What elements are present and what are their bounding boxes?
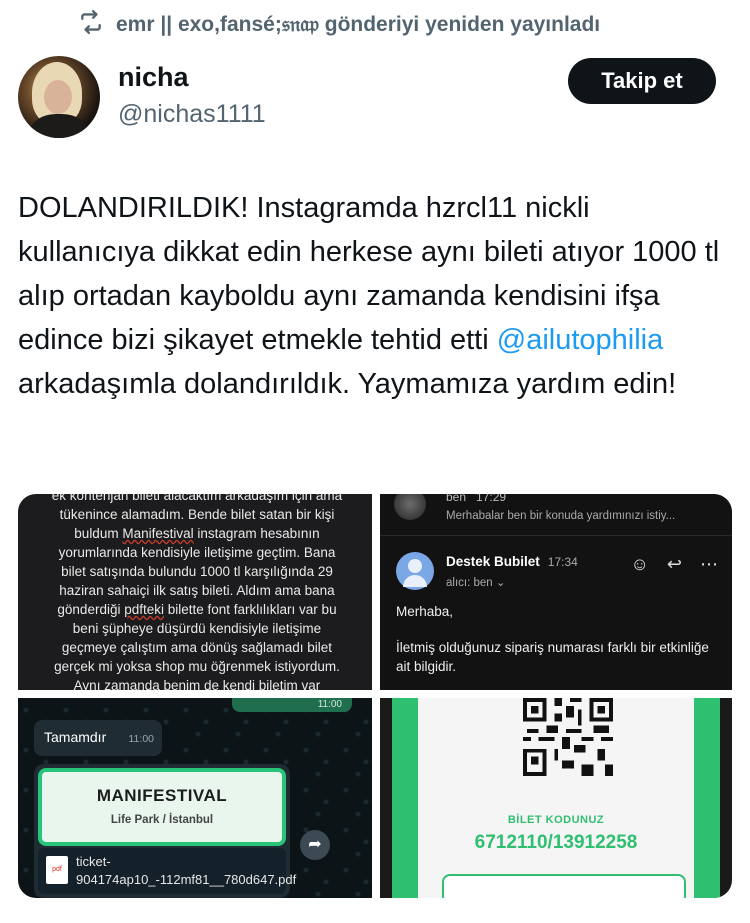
more-icon: ⋯ <box>700 554 718 574</box>
ticket-code: 6712110/13912258 <box>474 832 638 853</box>
sender-avatar <box>394 494 426 520</box>
pdf-file: pdf ticket-904174ap10_-112mf81__780d647.… <box>38 848 297 894</box>
avatar[interactable] <box>18 56 100 138</box>
chat-bubble-sent: 11:00 <box>232 698 352 712</box>
email-greeting: Merhaba, <box>396 604 454 619</box>
author-display-name[interactable]: nicha <box>118 62 189 93</box>
media-image-2[interactable]: ben 17:29 Merhabalar ben bir konuda yard… <box>380 494 732 690</box>
tweet-text-after: arkadaşımla dolandırıldık. Yaymamıza yar… <box>18 368 677 400</box>
ticket-code-label: BİLET KODUNUZ <box>507 814 605 826</box>
email-actions: ☺ ↩ ⋯ <box>631 554 718 575</box>
email-time: 17:34 <box>547 555 578 569</box>
pdf-file-name: ticket-904174ap10_-112mf81__780d647.pdf <box>76 854 297 887</box>
ticket-location: Life Park / İstanbul <box>110 814 214 826</box>
ticket-bottom-box <box>442 874 686 898</box>
complaint-text: ek kontenjan bileti alacaktım arkadaşım … <box>51 494 343 690</box>
chat-message: Tamamdır <box>44 729 107 745</box>
forward-icon: ➦ <box>300 830 330 860</box>
repost-indicator[interactable]: emr || exo,fansé;𝔰𝔫𝔞𝔭 gönderiyi yeniden … <box>78 9 601 41</box>
repost-icon <box>78 9 104 41</box>
emoji-icon: ☺ <box>630 554 649 574</box>
follow-button[interactable]: Takip et <box>568 58 716 104</box>
ticket-panel: BİLET KODUNUZ 6712110/13912258 <box>410 698 702 898</box>
ticket-preview: MANIFESTIVAL Life Park / İstanbul <box>38 768 286 846</box>
chat-bubble: Tamamdır 11:00 <box>34 720 162 756</box>
author-handle[interactable]: @nichas1111 <box>118 100 266 129</box>
media-image-4[interactable]: BİLET KODUNUZ 6712110/13912258 <box>380 698 732 898</box>
previous-email: ben 17:29 Merhabalar ben bir konuda yard… <box>380 494 732 536</box>
qr-code <box>519 698 617 780</box>
email-body: İletmiş olduğunuz sipariş numarası farkl… <box>396 640 709 674</box>
previous-sender: ben <box>446 494 467 504</box>
ticket-attachment: MANIFESTIVAL Life Park / İstanbul pdf ti… <box>34 764 297 898</box>
media-grid: ek kontenjan bileti alacaktım arkadaşım … <box>18 494 732 898</box>
repost-text: emr || exo,fansé;𝔰𝔫𝔞𝔭 gönderiyi yeniden … <box>116 13 601 36</box>
previous-snippet: Merhabalar ben bir konuda yardımınızı is… <box>446 510 676 522</box>
support-avatar <box>396 552 434 590</box>
ticket-title: MANIFESTIVAL <box>96 786 228 805</box>
email-recipient: alıcı: ben ⌄ <box>446 577 506 589</box>
reply-icon: ↩ <box>666 554 682 574</box>
mention-link[interactable]: @ailutophilia <box>497 324 663 356</box>
previous-time: 17:29 <box>476 494 507 504</box>
media-image-1[interactable]: ek kontenjan bileti alacaktım arkadaşım … <box>18 494 372 690</box>
tweet-text: DOLANDIRILDIK! Instagramda hzrcl11 nickl… <box>18 186 733 406</box>
pdf-icon: pdf <box>46 856 68 884</box>
chat-time: 11:00 <box>128 733 155 745</box>
email-sender: Destek Bubilet 17:34 <box>446 554 578 569</box>
media-image-3[interactable]: 11:00 Tamamdır 11:00 MANIFESTIVAL Life P… <box>18 698 372 898</box>
